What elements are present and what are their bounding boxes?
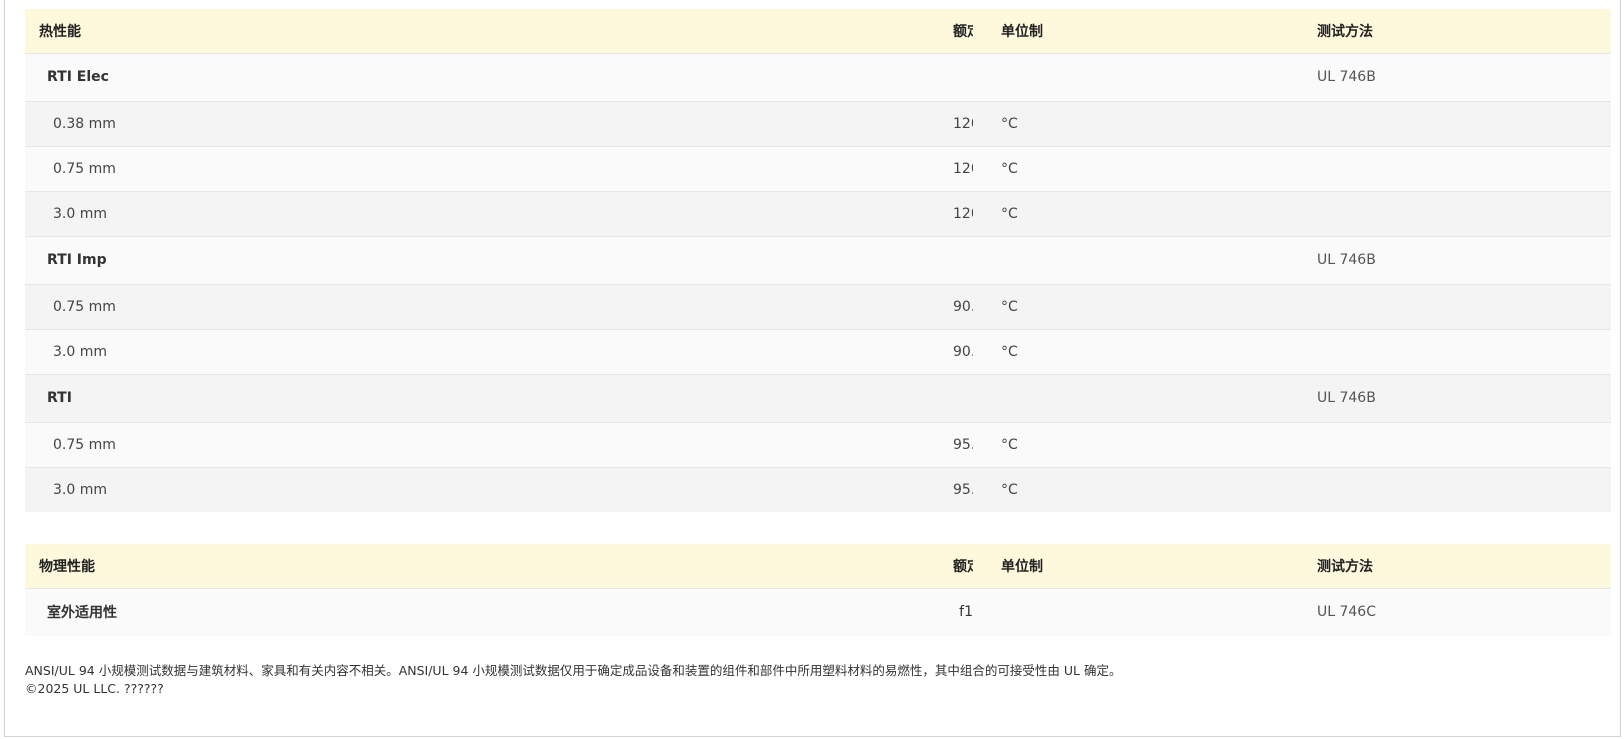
row-name: 室外适用性 [47,605,117,621]
table-row: RTI Elec UL 746B [25,53,1611,101]
row-name: 3.0 mm [53,343,107,360]
row-value [953,236,973,284]
row-unit [1001,53,1317,101]
header-name: 物理性能 [39,558,95,575]
thermal-properties-table: 热性能 额定值 单位制 测试方法 RTI Elec UL 746B 0.38 m… [25,9,1611,512]
row-value: 90.0 [953,298,973,315]
row-method: UL 746B [1317,390,1376,406]
row-gap [973,101,1001,146]
row-unit: °C [1001,298,1018,315]
copyright-text: ©2025 UL LLC. ?????? [25,681,164,696]
row-unit [1001,588,1317,636]
row-gap [973,422,1001,467]
row-method [1317,467,1611,512]
header-unit: 单位制 [1001,23,1043,40]
header-value: 额定值 [953,23,973,40]
row-name: 0.38 mm [53,115,116,132]
row-value: 95.0 [953,436,973,453]
row-name: RTI [47,390,72,406]
row-method: UL 746C [1317,604,1376,620]
row-method: UL 746B [1317,252,1376,268]
row-name: 0.75 mm [53,298,116,315]
row-unit [1001,236,1317,284]
row-gap [973,588,1001,636]
header-gap [973,544,1001,588]
footer-notes: ANSI/UL 94 小规模测试数据与建筑材料、家具和有关内容不相关。ANSI/… [25,662,1121,698]
row-method [1317,329,1611,374]
row-name: 3.0 mm [53,481,107,498]
table-row: 0.75 mm 120 °C [25,146,1611,191]
header-name: 热性能 [39,23,81,40]
physical-properties-table: 物理性能 额定值 单位制 测试方法 室外适用性 f1 UL 746C [25,544,1611,636]
row-method [1317,101,1611,146]
thermal-rows: RTI Elec UL 746B 0.38 mm 120 °C 0.75 mm … [25,53,1611,512]
row-method [1317,284,1611,329]
row-name: RTI Imp [47,252,107,268]
row-unit: °C [1001,436,1018,453]
row-unit: °C [1001,160,1018,177]
row-value [953,53,973,101]
row-method [1317,146,1611,191]
table-row: 0.38 mm 120 °C [25,101,1611,146]
table-row: 3.0 mm 90.0 °C [25,329,1611,374]
row-value: 120 [953,205,973,222]
header-gap [973,9,1001,53]
table-row: RTI UL 746B [25,374,1611,422]
row-method: UL 746B [1317,69,1376,85]
row-name: 0.75 mm [53,436,116,453]
row-gap [973,191,1001,236]
table-row: 0.75 mm 90.0 °C [25,284,1611,329]
row-gap [973,329,1001,374]
row-value: 120 [953,115,973,132]
table-row: 室外适用性 f1 UL 746C [25,588,1611,636]
row-gap [973,53,1001,101]
table-header-row: 热性能 额定值 单位制 测试方法 [25,9,1611,53]
row-value: 95.0 [953,481,973,498]
table-row: RTI Imp UL 746B [25,236,1611,284]
disclaimer-text: ANSI/UL 94 小规模测试数据与建筑材料、家具和有关内容不相关。ANSI/… [25,663,1122,678]
row-value [953,374,973,422]
table-header-row: 物理性能 额定值 单位制 测试方法 [25,544,1611,588]
row-value: 90.0 [953,343,973,360]
row-unit [1001,374,1317,422]
row-value: 120 [953,160,973,177]
row-gap [973,236,1001,284]
header-method: 测试方法 [1317,558,1373,575]
row-gap [973,284,1001,329]
header-method: 测试方法 [1317,23,1373,40]
row-gap [973,467,1001,512]
row-unit: °C [1001,481,1018,498]
row-name: 0.75 mm [53,160,116,177]
header-unit: 单位制 [1001,558,1043,575]
row-gap [973,146,1001,191]
row-method [1317,191,1611,236]
row-name: RTI Elec [47,69,109,85]
header-value: 额定值 [953,558,973,575]
row-gap [973,374,1001,422]
row-value: f1 [959,604,973,620]
table-row: 0.75 mm 95.0 °C [25,422,1611,467]
page-frame: 热性能 额定值 单位制 测试方法 RTI Elec UL 746B 0.38 m… [4,0,1621,737]
row-unit: °C [1001,343,1018,360]
table-row: 3.0 mm 120 °C [25,191,1611,236]
table-row: 3.0 mm 95.0 °C [25,467,1611,512]
physical-rows: 室外适用性 f1 UL 746C [25,588,1611,636]
row-unit: °C [1001,115,1018,132]
row-method [1317,422,1611,467]
row-unit: °C [1001,205,1018,222]
row-name: 3.0 mm [53,205,107,222]
